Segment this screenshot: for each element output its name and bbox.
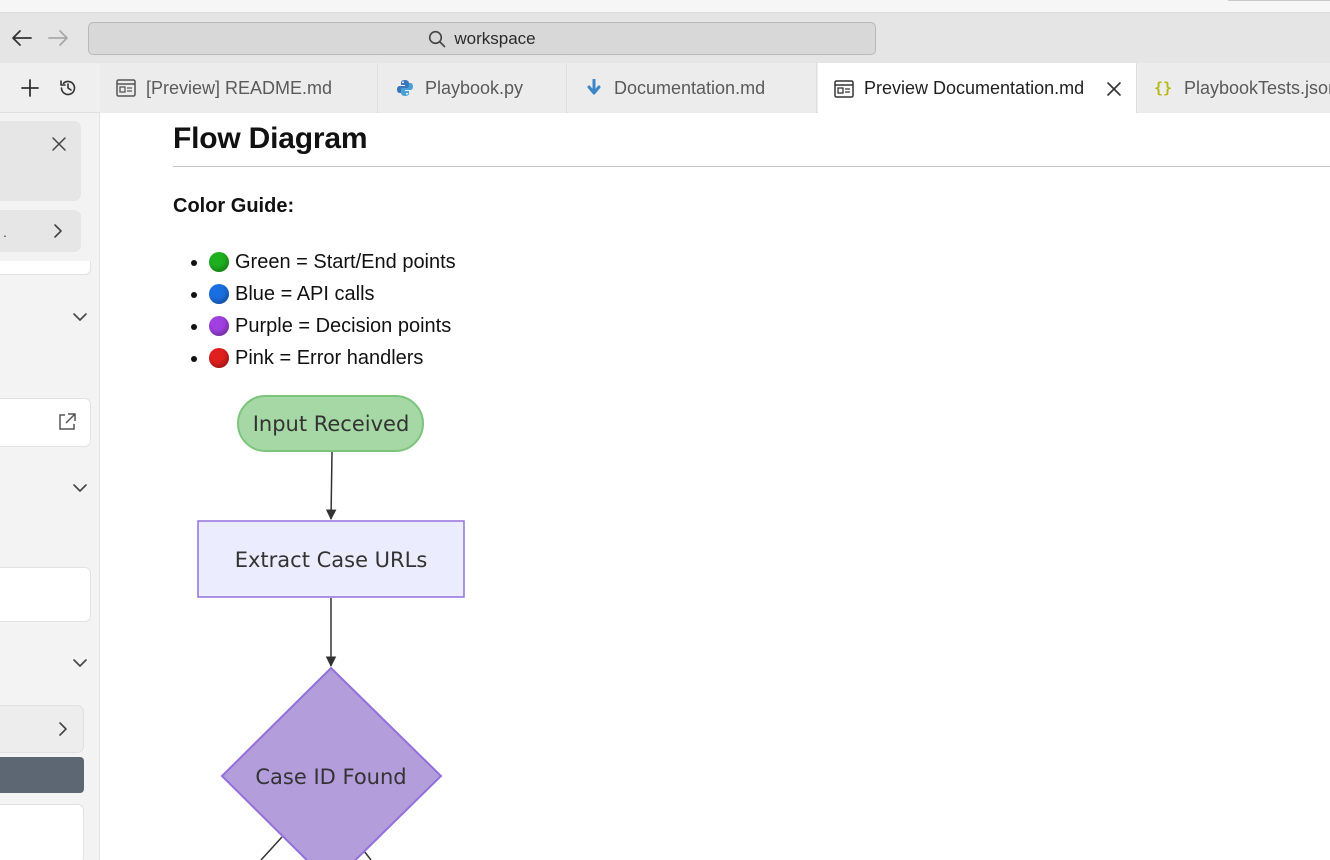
- command-center-search[interactable]: workspace: [88, 22, 876, 55]
- window-corner-line: [1228, 0, 1330, 1]
- sidebar-close-button[interactable]: [49, 134, 69, 154]
- new-tab-button[interactable]: [18, 76, 42, 100]
- section-expand-button[interactable]: [70, 653, 90, 673]
- forward-button[interactable]: [45, 25, 71, 51]
- sidebar-bottom-card: [0, 804, 84, 860]
- chevron-right-icon: [59, 722, 67, 736]
- chevron-down-icon: [73, 659, 87, 667]
- section-expand-button[interactable]: [70, 478, 90, 498]
- node-extract-case-urls[interactable]: Extract Case URLs: [197, 520, 465, 598]
- json-icon: {}: [1154, 78, 1174, 98]
- tab-label: [Preview] README.md: [146, 77, 333, 98]
- markdown-icon: [584, 78, 604, 98]
- sidebar-ellipsis: .: [3, 224, 7, 240]
- editor-tab-bar: [Preview] README.md Playbook.py Document…: [0, 63, 1330, 114]
- chevron-down-icon: [73, 484, 87, 492]
- node-case-id-found[interactable]: Case ID Found: [220, 666, 443, 860]
- tab-playbook-tests-json[interactable]: {} PlaybookTests.json: [1138, 63, 1330, 113]
- svg-text:{}: {}: [1154, 79, 1172, 97]
- window-top-strip: [0, 0, 1330, 13]
- tab-actions: [0, 63, 100, 113]
- close-icon: [52, 137, 66, 151]
- chevron-right-button[interactable]: [54, 719, 72, 739]
- tab-readme-preview[interactable]: [Preview] README.md: [100, 63, 378, 113]
- sidebar-notification-panel: [0, 121, 81, 201]
- title-bar: workspace: [0, 13, 1330, 63]
- history-icon: [60, 80, 76, 96]
- open-external-button[interactable]: [56, 411, 78, 433]
- chevron-right-button[interactable]: [49, 221, 67, 241]
- chevron-right-icon: [54, 224, 62, 238]
- tab-documentation-md[interactable]: Documentation.md: [568, 63, 817, 113]
- sidebar-row[interactable]: [0, 210, 81, 252]
- close-icon: [1107, 81, 1121, 96]
- node-input-received[interactable]: Input Received: [237, 395, 424, 452]
- edge-start-to-extract: [325, 451, 337, 521]
- external-link-icon: [59, 413, 76, 430]
- sidebar-card-edge: [0, 261, 91, 275]
- section-expand-button[interactable]: [70, 307, 90, 327]
- back-button[interactable]: [9, 25, 35, 51]
- search-icon: [429, 30, 446, 47]
- markdown-preview: Flow Diagram Color Guide: Green = Start/…: [101, 113, 1330, 860]
- sidebar-input-card[interactable]: [0, 567, 91, 622]
- tab-label: Documentation.md: [614, 77, 766, 98]
- left-sidebar: .: [0, 113, 100, 860]
- edge-decision-left: [260, 836, 283, 860]
- close-tab-button[interactable]: [1104, 79, 1124, 99]
- preview-icon: [834, 79, 854, 99]
- node-label: Extract Case URLs: [235, 548, 428, 572]
- chevron-down-icon: [73, 313, 87, 321]
- node-shape: [220, 666, 443, 860]
- node-label: Case ID Found: [255, 765, 406, 789]
- flow-diagram: Input Received Extract Case URLs Case ID…: [197, 395, 465, 860]
- arrow-left-icon: [12, 30, 32, 46]
- arrow-right-icon: [48, 30, 68, 46]
- node-label: Input Received: [253, 412, 410, 436]
- python-icon: [395, 78, 415, 98]
- plus-icon: [21, 79, 39, 97]
- tab-label: Playbook.py: [425, 77, 524, 98]
- edge-decision-right: [363, 850, 372, 860]
- history-button[interactable]: [56, 76, 80, 100]
- preview-icon: [116, 78, 136, 98]
- search-text: workspace: [454, 28, 536, 48]
- tab-label: Preview Documentation.md: [864, 78, 1085, 98]
- tab-playbook-py[interactable]: Playbook.py: [379, 63, 567, 113]
- tab-preview-documentation[interactable]: Preview Documentation.md: [818, 63, 1137, 114]
- sidebar-primary-button[interactable]: [0, 757, 84, 793]
- tab-label: PlaybookTests.json: [1184, 77, 1330, 98]
